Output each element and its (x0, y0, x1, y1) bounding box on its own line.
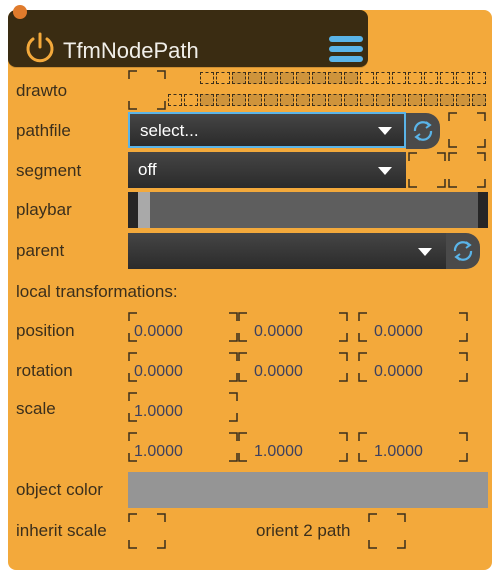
drawto-cell[interactable] (344, 94, 358, 106)
number-field-frame (238, 432, 348, 462)
drawto-label: drawto (16, 81, 68, 100)
drawto-cell[interactable] (472, 94, 486, 106)
drawto-cell[interactable] (296, 94, 310, 106)
object-color-swatch[interactable] (128, 472, 488, 508)
number-field-frame (358, 432, 468, 462)
number-field-frame (128, 392, 238, 422)
position-label: position (16, 321, 75, 340)
drawto-cell[interactable] (424, 72, 438, 84)
object-color-label: object color (16, 480, 103, 499)
drawto-cell[interactable] (280, 94, 294, 106)
drawto-matrix[interactable] (128, 70, 488, 114)
drawto-cell[interactable] (360, 72, 374, 84)
pathfile-refresh-button[interactable] (406, 113, 440, 149)
status-dot (13, 5, 27, 19)
orient-2-path-label: orient 2 path (256, 521, 351, 540)
segment-label: segment (16, 161, 82, 180)
chevron-down-icon (418, 248, 432, 256)
drawto-cell[interactable] (216, 72, 230, 84)
drawto-cell[interactable] (248, 94, 262, 106)
drawto-cell[interactable] (232, 94, 246, 106)
number-field-frame (128, 352, 238, 382)
local-transformations-heading: local transformations: (16, 282, 178, 301)
drawto-cell[interactable] (344, 72, 358, 84)
pathfile-dropdown[interactable]: select... (128, 112, 406, 148)
drawto-cell[interactable] (392, 94, 406, 106)
drawto-cell[interactable] (184, 94, 198, 106)
node-title: TfmNodePath (63, 38, 199, 63)
menu-icon[interactable] (329, 36, 363, 62)
drawto-cell[interactable] (312, 94, 326, 106)
drawto-cell[interactable] (264, 72, 278, 84)
drawto-cell[interactable] (312, 72, 326, 84)
segment-dropdown[interactable]: off (128, 152, 406, 188)
chevron-down-icon (378, 127, 392, 135)
drawto-cell[interactable] (440, 94, 454, 106)
segment-toggle-b[interactable] (448, 152, 486, 188)
inherit-scale-toggle[interactable] (128, 513, 166, 549)
playbar-end (478, 192, 488, 228)
drawto-cell[interactable] (408, 94, 422, 106)
parent-refresh-button[interactable] (446, 233, 480, 269)
drawto-cell[interactable] (248, 72, 262, 84)
chevron-down-icon (378, 167, 392, 175)
scale-label: scale (16, 399, 56, 418)
drawto-cell[interactable] (264, 94, 278, 106)
parent-dropdown[interactable] (128, 233, 446, 269)
drawto-cell[interactable] (328, 72, 342, 84)
parent-label: parent (16, 241, 65, 260)
drawto-cell[interactable] (408, 72, 422, 84)
playbar-start (128, 192, 138, 228)
inherit-scale-label: inherit scale (16, 521, 107, 540)
playbar-handle[interactable] (138, 192, 150, 228)
number-field-frame (358, 352, 468, 382)
playbar-label: playbar (16, 200, 72, 219)
drawto-cell[interactable] (168, 94, 182, 106)
drawto-cell[interactable] (392, 72, 406, 84)
number-field-frame (128, 312, 238, 342)
drawto-cell[interactable] (296, 72, 310, 84)
number-field-frame (128, 432, 238, 462)
drawto-cell[interactable] (232, 72, 246, 84)
drawto-cell[interactable] (376, 72, 390, 84)
drawto-cell[interactable] (200, 72, 214, 84)
pathfile-toggle[interactable] (448, 112, 486, 148)
drawto-cell[interactable] (440, 72, 454, 84)
power-icon[interactable] (24, 31, 56, 65)
node-header[interactable]: TfmNodePath (8, 10, 368, 67)
number-field-frame (238, 312, 348, 342)
drawto-cell[interactable] (200, 94, 214, 106)
pathfile-value: select... (140, 121, 199, 140)
drawto-cell[interactable] (376, 94, 390, 106)
number-field-frame (358, 312, 468, 342)
drawto-cell[interactable] (360, 94, 374, 106)
drawto-cell[interactable] (280, 72, 294, 84)
drawto-cell[interactable] (424, 94, 438, 106)
pathfile-label: pathfile (16, 121, 71, 140)
drawto-cell[interactable] (456, 94, 470, 106)
rotation-label: rotation (16, 361, 73, 380)
drawto-cell[interactable] (328, 94, 342, 106)
drawto-cell[interactable] (456, 72, 470, 84)
segment-toggle-a[interactable] (408, 152, 446, 188)
orient-2-path-toggle[interactable] (368, 513, 406, 549)
refresh-icon (453, 241, 473, 261)
playbar-slider[interactable] (128, 192, 488, 228)
refresh-icon (413, 121, 433, 141)
drawto-main-toggle[interactable] (128, 70, 166, 110)
number-field-frame (238, 352, 348, 382)
segment-value: off (138, 160, 157, 179)
drawto-cell[interactable] (216, 94, 230, 106)
drawto-cell[interactable] (472, 72, 486, 84)
